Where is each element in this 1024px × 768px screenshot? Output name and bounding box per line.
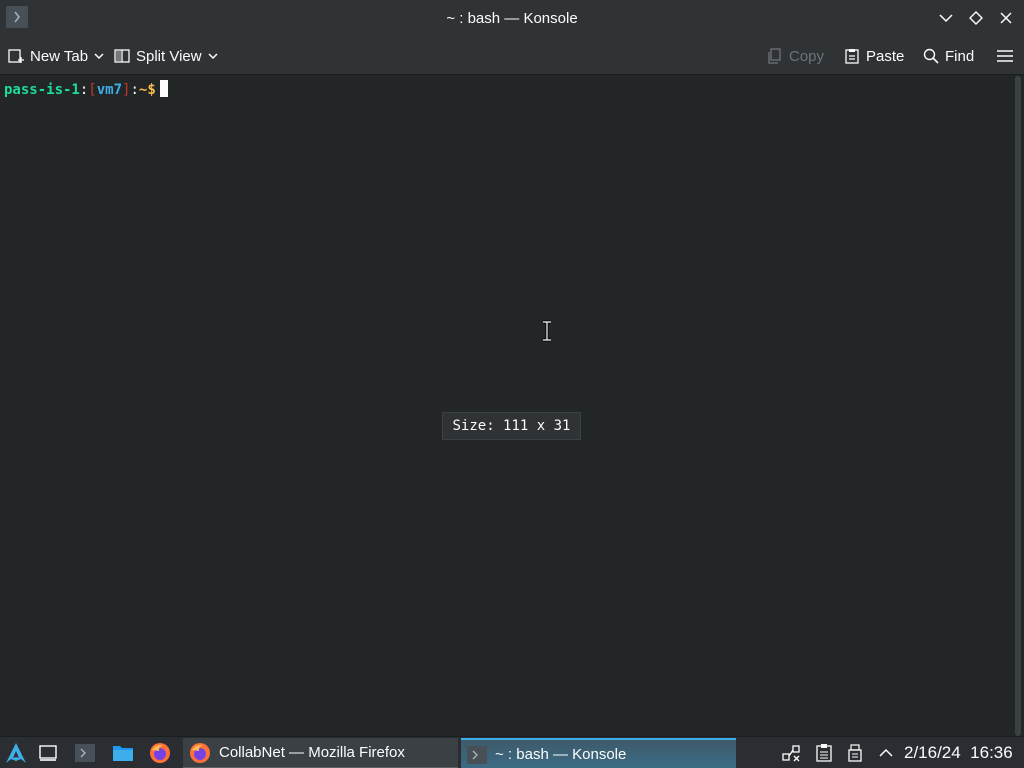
- minimize-button[interactable]: [935, 7, 957, 29]
- split-view-button[interactable]: Split View: [114, 45, 218, 67]
- chevron-down-icon: [939, 14, 953, 23]
- copy-label: Copy: [789, 47, 825, 65]
- konsole-launcher[interactable]: [73, 741, 97, 765]
- clipboard-icon: [816, 744, 832, 762]
- search-icon: [923, 48, 939, 64]
- copy-button[interactable]: Copy: [767, 45, 824, 67]
- terminal-size-tooltip: Size: 111 x 31: [442, 412, 581, 440]
- konsole-icon: [467, 745, 487, 764]
- diamond-icon: [969, 11, 983, 25]
- close-button[interactable]: [995, 7, 1017, 29]
- usb-drive-icon: [848, 744, 862, 762]
- taskbar-clock[interactable]: 2/16/24 16:36: [904, 743, 1013, 763]
- maximize-button[interactable]: [965, 7, 987, 29]
- konsole-toolbar: New Tab Split View Copy Paste Find: [0, 37, 1024, 75]
- show-desktop-button[interactable]: [36, 741, 60, 765]
- network-disconnected-icon: [782, 745, 800, 762]
- taskbar: CollabNet — Mozilla Firefox ~ : bash — K…: [0, 736, 1024, 768]
- hamburger-menu-button[interactable]: [996, 45, 1014, 67]
- close-icon: [1000, 12, 1012, 24]
- network-tray-button[interactable]: [779, 741, 803, 765]
- find-label: Find: [945, 47, 975, 65]
- firefox-icon: [150, 743, 170, 763]
- application-launcher-button[interactable]: [4, 741, 28, 765]
- find-button[interactable]: Find: [923, 45, 974, 67]
- window-title: ~ : bash — Konsole: [446, 10, 578, 27]
- split-view-icon: [114, 49, 130, 63]
- chevron-down-icon: [94, 53, 104, 60]
- firefox-icon: [190, 742, 210, 763]
- shell-prompt: pass-is-1:[vm7]:~$: [4, 80, 168, 98]
- split-view-label: Split View: [136, 47, 202, 65]
- folder-icon: [113, 746, 133, 761]
- terminal-scrollbar[interactable]: [1012, 76, 1024, 736]
- task-firefox[interactable]: CollabNet — Mozilla Firefox: [183, 738, 458, 768]
- task-firefox-label: CollabNet — Mozilla Firefox: [219, 744, 405, 761]
- prompt-host: pass-is-1: [4, 82, 80, 98]
- new-tab-icon: [8, 49, 24, 63]
- new-tab-button[interactable]: New Tab: [8, 45, 104, 67]
- window-titlebar[interactable]: ~ : bash — Konsole: [0, 0, 1024, 37]
- chevron-down-icon: [208, 53, 218, 60]
- hamburger-menu-icon: [997, 50, 1013, 62]
- new-tab-label: New Tab: [30, 47, 89, 65]
- prompt-vm: vm7: [96, 82, 123, 98]
- desktop-icon: [39, 745, 57, 761]
- copy-icon: [768, 48, 781, 64]
- terminal-icon: [75, 744, 95, 762]
- text-cursor: [159, 80, 168, 97]
- terminal-area[interactable]: pass-is-1:[vm7]:~$: [0, 76, 1012, 736]
- arch-logo-icon: [6, 743, 26, 763]
- show-hidden-icons-button[interactable]: [874, 741, 898, 765]
- file-manager-launcher[interactable]: [111, 741, 135, 765]
- ibeam-cursor-icon: [543, 320, 551, 342]
- prompt-symbol: $: [147, 82, 156, 98]
- paste-label: Paste: [866, 47, 905, 65]
- task-konsole[interactable]: ~ : bash — Konsole: [461, 738, 736, 768]
- removable-devices-tray-button[interactable]: [843, 741, 867, 765]
- clipboard-tray-button[interactable]: [812, 741, 836, 765]
- task-konsole-label: ~ : bash — Konsole: [495, 746, 627, 763]
- chevron-up-icon: [879, 748, 893, 757]
- scrollbar-thumb[interactable]: [1015, 76, 1021, 736]
- paste-button[interactable]: Paste: [844, 45, 904, 67]
- paste-icon: [845, 49, 859, 64]
- firefox-launcher[interactable]: [148, 741, 172, 765]
